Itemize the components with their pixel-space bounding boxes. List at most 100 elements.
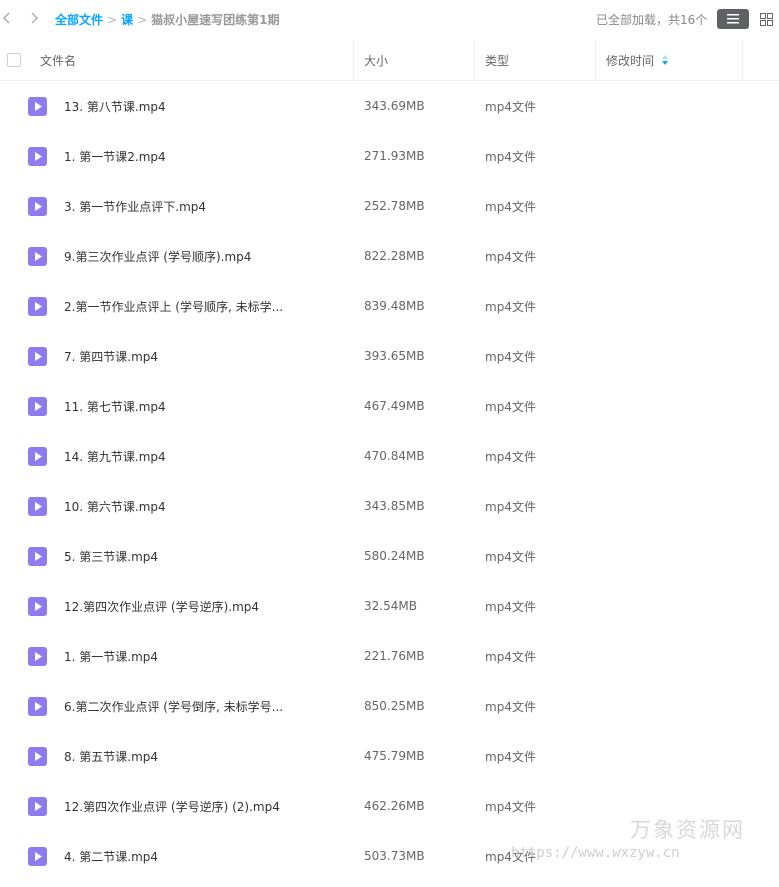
video-file-icon	[28, 97, 47, 116]
file-row[interactable]: 10. 第六节课.mp4 343.85MB mp4文件	[0, 481, 779, 531]
file-size: 580.24MB	[364, 549, 425, 563]
back-button[interactable]	[0, 11, 14, 25]
file-row[interactable]: 5. 第三节课.mp4 580.24MB mp4文件	[0, 531, 779, 581]
file-size: 221.76MB	[364, 649, 425, 663]
file-row[interactable]: 1. 第一节课.mp4 221.76MB mp4文件	[0, 631, 779, 681]
file-type: mp4文件	[485, 649, 536, 664]
file-row[interactable]: 3. 第一节作业点评下.mp4 252.78MB mp4文件	[0, 181, 779, 231]
top-toolbar: 全部文件 > 课 > 猫叔小屋速写团练第1期 已全部加载，共16个	[0, 0, 779, 38]
file-name[interactable]: 8. 第五节课.mp4	[64, 731, 158, 781]
file-row[interactable]: 6.第二次作业点评 (学号倒序, 未标学号... 850.25MB mp4文件	[0, 681, 779, 731]
file-name[interactable]: 12.第四次作业点评 (学号逆序).mp4	[64, 581, 259, 631]
video-file-icon	[28, 347, 47, 366]
video-file-icon	[28, 597, 47, 616]
file-name[interactable]: 5. 第三节课.mp4	[64, 531, 158, 581]
file-type: mp4文件	[485, 699, 536, 714]
video-file-icon	[28, 647, 47, 666]
file-type: mp4文件	[485, 249, 536, 264]
file-size: 503.73MB	[364, 849, 425, 863]
video-file-icon	[28, 397, 47, 416]
file-size: 467.49MB	[364, 399, 425, 413]
file-type: mp4文件	[485, 399, 536, 414]
breadcrumb: 全部文件 > 课 > 猫叔小屋速写团练第1期	[55, 11, 280, 28]
file-row[interactable]: 12.第四次作业点评 (学号逆序).mp4 32.54MB mp4文件	[0, 581, 779, 631]
file-name[interactable]: 14. 第九节课.mp4	[64, 431, 166, 481]
column-divider	[742, 40, 743, 80]
list-view-button[interactable]	[717, 9, 749, 29]
video-file-icon	[28, 847, 47, 866]
video-file-icon	[28, 747, 47, 766]
file-size: 393.65MB	[364, 349, 425, 363]
video-file-icon	[28, 197, 47, 216]
file-row[interactable]: 11. 第七节课.mp4 467.49MB mp4文件	[0, 381, 779, 431]
file-row[interactable]: 7. 第四节课.mp4 393.65MB mp4文件	[0, 331, 779, 381]
file-size: 839.48MB	[364, 299, 425, 313]
file-name[interactable]: 10. 第六节课.mp4	[64, 481, 166, 531]
forward-button[interactable]	[27, 11, 41, 25]
file-type: mp4文件	[485, 799, 536, 814]
breadcrumb-parent[interactable]: 课	[121, 11, 133, 28]
file-row[interactable]: 8. 第五节课.mp4 475.79MB mp4文件	[0, 731, 779, 781]
file-type: mp4文件	[485, 299, 536, 314]
file-name[interactable]: 4. 第二节课.mp4	[64, 831, 158, 881]
column-header-size[interactable]: 大小	[364, 40, 388, 80]
file-name[interactable]: 3. 第一节作业点评下.mp4	[64, 181, 206, 231]
file-name[interactable]: 9.第三次作业点评 (学号顺序).mp4	[64, 231, 251, 281]
file-size: 470.84MB	[364, 449, 425, 463]
file-type: mp4文件	[485, 599, 536, 614]
column-header-name[interactable]: 文件名	[40, 40, 76, 80]
breadcrumb-root[interactable]: 全部文件	[55, 11, 103, 28]
sort-icon[interactable]	[662, 55, 669, 65]
column-divider	[474, 40, 475, 80]
breadcrumb-separator: >	[107, 12, 118, 27]
video-file-icon	[28, 797, 47, 816]
video-file-icon	[28, 497, 47, 516]
file-name[interactable]: 7. 第四节课.mp4	[64, 331, 158, 381]
column-header-type[interactable]: 类型	[485, 40, 509, 80]
file-size: 850.25MB	[364, 699, 425, 713]
file-name[interactable]: 1. 第一节课2.mp4	[64, 131, 166, 181]
grid-view-button[interactable]	[753, 9, 779, 29]
file-size: 343.85MB	[364, 499, 425, 513]
file-row[interactable]: 13. 第八节课.mp4 343.69MB mp4文件	[0, 81, 779, 131]
file-type: mp4文件	[485, 749, 536, 764]
file-row[interactable]: 14. 第九节课.mp4 470.84MB mp4文件	[0, 431, 779, 481]
file-size: 252.78MB	[364, 199, 425, 213]
file-type: mp4文件	[485, 499, 536, 514]
file-name[interactable]: 13. 第八节课.mp4	[64, 81, 166, 131]
column-header-modified[interactable]: 修改时间	[606, 40, 669, 80]
column-header-modified-label: 修改时间	[606, 53, 655, 68]
file-size: 822.28MB	[364, 249, 425, 263]
select-all-checkbox[interactable]	[7, 53, 21, 67]
file-size: 343.69MB	[364, 99, 425, 113]
video-file-icon	[28, 447, 47, 466]
file-name[interactable]: 6.第二次作业点评 (学号倒序, 未标学号...	[64, 681, 283, 731]
file-type: mp4文件	[485, 349, 536, 364]
column-divider	[353, 40, 354, 80]
video-file-icon	[28, 697, 47, 716]
file-name[interactable]: 12.第四次作业点评 (学号逆序) (2).mp4	[64, 781, 280, 831]
video-file-icon	[28, 297, 47, 316]
file-type: mp4文件	[485, 99, 536, 114]
video-file-icon	[28, 247, 47, 266]
file-name[interactable]: 2.第一节作业点评上 (学号顺序, 未标学...	[64, 281, 283, 331]
file-type: mp4文件	[485, 549, 536, 564]
file-name[interactable]: 11. 第七节课.mp4	[64, 381, 166, 431]
file-size: 32.54MB	[364, 599, 417, 613]
video-file-icon	[28, 547, 47, 566]
watermark-url: https://www.wxzyw.cn	[511, 845, 680, 861]
file-type: mp4文件	[485, 449, 536, 464]
column-divider	[595, 40, 596, 80]
file-type: mp4文件	[485, 199, 536, 214]
breadcrumb-current: 猫叔小屋速写团练第1期	[151, 13, 280, 27]
file-name[interactable]: 1. 第一节课.mp4	[64, 631, 158, 681]
file-row[interactable]: 9.第三次作业点评 (学号顺序).mp4 822.28MB mp4文件	[0, 231, 779, 281]
breadcrumb-separator: >	[137, 12, 148, 27]
file-row[interactable]: 1. 第一节课2.mp4 271.93MB mp4文件	[0, 131, 779, 181]
video-file-icon	[28, 147, 47, 166]
watermark-title: 万象资源网	[630, 818, 745, 842]
file-size: 271.93MB	[364, 149, 425, 163]
file-row[interactable]: 2.第一节作业点评上 (学号顺序, 未标学... 839.48MB mp4文件	[0, 281, 779, 331]
table-header: 文件名 大小 类型 修改时间	[0, 40, 779, 81]
file-size: 462.26MB	[364, 799, 425, 813]
